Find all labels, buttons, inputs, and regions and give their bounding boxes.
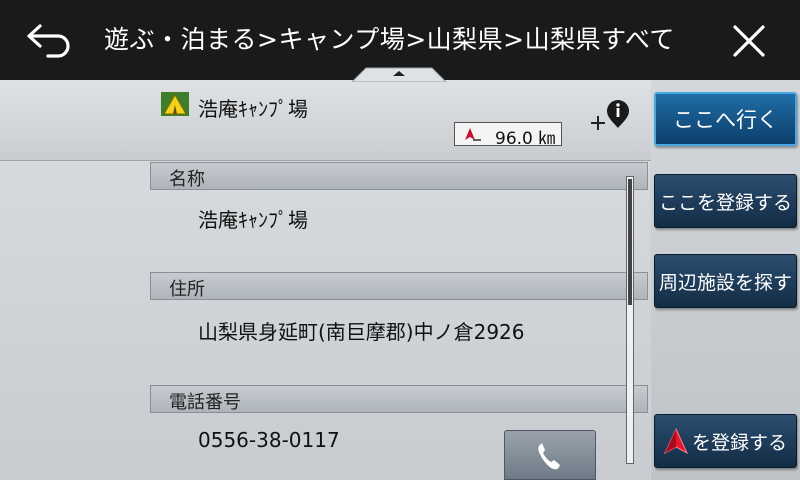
register-here-label: ここを登録する xyxy=(658,191,792,214)
scrollbar-thumb[interactable] xyxy=(628,179,632,305)
facility-name-value: 浩庵ｷｬﾝﾌﾟ場 xyxy=(198,208,308,232)
close-button[interactable] xyxy=(724,16,774,66)
distance-value: 96.0 ㎞ xyxy=(495,129,556,149)
call-button[interactable] xyxy=(504,430,596,480)
go-here-button[interactable]: ここへ行く xyxy=(654,92,797,146)
address-value: 山梨県身延町(南巨摩郡)中ノ倉2926 xyxy=(198,320,525,344)
vehicle-marker-icon xyxy=(663,428,688,454)
poi-name: 浩庵ｷｬﾝﾌﾟ場 xyxy=(198,97,308,121)
search-nearby-label: 周辺施設を探す xyxy=(658,271,792,294)
register-marker-label: を登録する xyxy=(691,431,787,454)
section-header-address: 住所 xyxy=(150,272,648,300)
close-icon xyxy=(733,25,765,57)
section-label: 住所 xyxy=(169,279,205,300)
section-label: 電話番号 xyxy=(169,392,241,413)
section-header-name: 名称 xyxy=(150,162,648,190)
breadcrumb-title: 遊ぶ・泊まる>キャンプ場>山梨県>山梨県すべて xyxy=(104,25,675,54)
phone-value: 0556-38-0117 xyxy=(198,428,340,452)
collapse-handle-icon[interactable] xyxy=(352,66,446,82)
direction-arrow-icon xyxy=(465,128,481,141)
go-here-label: ここへ行く xyxy=(673,108,778,132)
back-button[interactable] xyxy=(18,18,78,62)
campground-icon xyxy=(161,92,189,116)
scrollbar[interactable] xyxy=(626,176,634,464)
register-here-button[interactable]: ここを登録する xyxy=(654,174,797,228)
distance-badge: 96.0 ㎞ xyxy=(454,122,562,149)
search-nearby-button[interactable]: 周辺施設を探す xyxy=(654,254,797,308)
register-marker-button[interactable]: を登録する xyxy=(654,414,797,468)
phone-icon xyxy=(538,443,560,470)
back-arrow-icon xyxy=(27,24,70,58)
section-header-phone: 電話番号 xyxy=(150,385,648,413)
location-info-icon[interactable] xyxy=(586,96,634,140)
section-label: 名称 xyxy=(169,169,205,190)
